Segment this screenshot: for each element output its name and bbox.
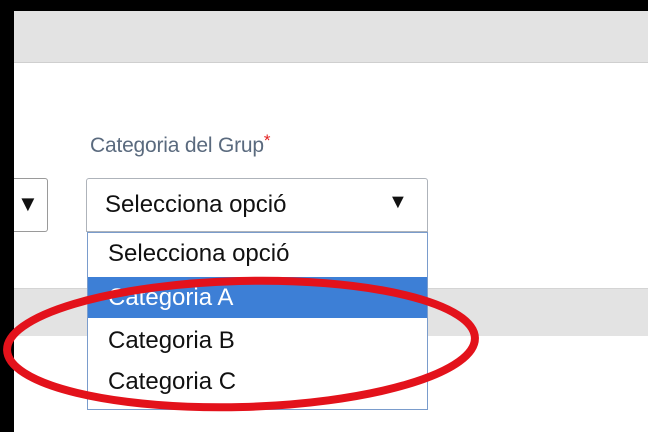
header-bar <box>14 11 648 63</box>
chevron-down-icon: ▼ <box>17 191 39 216</box>
window-frame-top <box>0 0 648 11</box>
required-asterisk: * <box>263 131 271 150</box>
option-selecciona-opcio[interactable]: Selecciona opció <box>88 233 427 274</box>
category-field-label: Categoria del Grup* <box>90 131 271 158</box>
window-frame-left <box>0 0 14 432</box>
option-categoria-a[interactable]: Categoria A <box>88 277 427 318</box>
category-dropdown-list: Selecciona opció Categoria A Categoria B… <box>87 232 428 410</box>
category-select-value: Selecciona opció <box>105 191 287 218</box>
option-categoria-c[interactable]: Categoria C <box>88 361 427 402</box>
chevron-down-icon: ▼ <box>388 191 408 213</box>
option-categoria-b[interactable]: Categoria B <box>88 320 427 361</box>
category-select[interactable]: Selecciona opció ▼ <box>86 178 428 232</box>
category-label-text: Categoria del Grup <box>90 134 264 157</box>
adjacent-select[interactable]: ▼ <box>14 178 48 232</box>
